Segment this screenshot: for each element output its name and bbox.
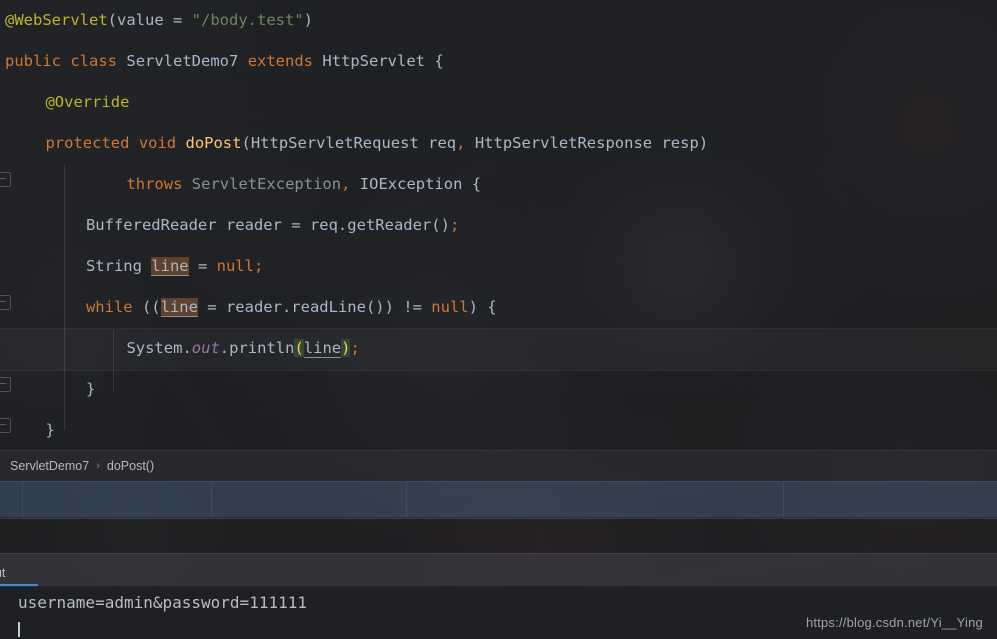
console-output-panel[interactable]: username=admin&password=111111 <box>0 586 997 639</box>
code-token: readLine <box>291 298 366 316</box>
code-token: ()) <box>365 298 394 316</box>
code-token: reader <box>216 216 292 234</box>
code-token: println <box>229 339 295 357</box>
code-token: { <box>462 175 482 193</box>
code-token: != <box>403 298 422 316</box>
code-token: ) <box>698 134 709 152</box>
code-line[interactable]: public class ServletDemo7 extends HttpSe… <box>0 41 997 82</box>
code-token: null <box>216 257 254 275</box>
breadcrumb-item-method[interactable]: doPost() <box>107 459 154 473</box>
code-line[interactable]: @WebServlet(value = "/body.test") <box>0 0 997 41</box>
code-editor[interactable]: @WebServlet(value = "/body.test") public … <box>0 0 997 450</box>
code-token: . <box>219 339 230 357</box>
code-token: class <box>70 52 118 70</box>
code-token: throws <box>126 175 183 193</box>
code-token: { <box>477 298 497 316</box>
code-token: . <box>182 339 192 357</box>
code-token: HttpServletResponse <box>474 134 653 152</box>
code-token: ( <box>294 339 304 357</box>
code-token: ServletException <box>191 175 342 193</box>
code-token: (( <box>132 298 161 316</box>
code-token: IOException <box>359 175 463 193</box>
code-token: System <box>126 339 183 357</box>
code-token: value <box>117 11 164 29</box>
code-token: out <box>191 339 220 357</box>
selected-row-band[interactable] <box>0 481 997 519</box>
code-token: @WebServlet <box>5 11 108 29</box>
code-token: public <box>5 52 61 70</box>
code-token: ) <box>303 11 313 29</box>
code-line[interactable]: protected void doPost(HttpServletRequest… <box>0 123 997 164</box>
code-token: line <box>160 298 198 317</box>
tab-output[interactable]: put <box>0 558 13 587</box>
console-output-line: username=admin&password=111111 <box>18 593 307 612</box>
code-token: ServletDemo7 <box>126 52 239 70</box>
code-line[interactable]: throws ServletException, IOException { <box>0 164 997 205</box>
code-token: } <box>45 421 55 439</box>
ide-window: @WebServlet(value = "/body.test") public … <box>0 0 997 639</box>
code-token: resp <box>652 134 699 152</box>
chevron-right-icon: › <box>96 460 100 472</box>
code-token: req <box>418 134 457 152</box>
code-token: doPost <box>185 134 242 152</box>
code-token: HttpServletRequest <box>250 134 419 152</box>
code-token: line <box>151 257 189 276</box>
code-token: } <box>85 380 96 398</box>
code-line[interactable]: @Override <box>0 82 997 123</box>
code-token: = reader. <box>197 298 292 316</box>
breadcrumb-item-class[interactable]: ServletDemo7 <box>10 459 89 473</box>
code-line[interactable]: System.out.println(line); <box>0 328 997 369</box>
code-token: ( <box>241 134 251 152</box>
code-line[interactable]: while ((line = reader.readLine()) != nul… <box>0 287 997 328</box>
code-token: BufferedReader <box>85 216 217 234</box>
code-token: = <box>163 11 192 29</box>
code-token: = <box>291 216 301 234</box>
code-line[interactable]: } <box>0 410 997 450</box>
panel-body-area <box>0 517 997 553</box>
tool-window-tabstrip[interactable]: put <box>0 553 997 587</box>
code-token: "/body.test" <box>191 11 304 29</box>
code-token: ) <box>468 298 478 316</box>
code-token: { <box>425 52 444 70</box>
code-token: HttpServlet <box>322 52 426 70</box>
code-token: ; <box>350 339 360 357</box>
code-token: extends <box>247 52 314 70</box>
code-token: ; <box>253 257 264 275</box>
code-token: ; <box>449 216 460 234</box>
code-token: req. <box>300 216 348 234</box>
code-token: while <box>85 298 133 316</box>
code-token: getReader <box>347 216 432 234</box>
code-token: () <box>431 216 450 234</box>
code-text[interactable]: @WebServlet(value = "/body.test") public … <box>0 0 997 450</box>
code-token: null <box>431 298 469 316</box>
breadcrumb[interactable]: ServletDemo7 › doPost() <box>0 450 997 481</box>
console-caret <box>18 622 20 637</box>
code-token: ( <box>107 11 117 29</box>
code-token: line <box>303 339 342 358</box>
code-line[interactable]: } <box>0 369 997 410</box>
code-token: void <box>138 134 177 152</box>
code-token: @Override <box>45 93 130 111</box>
code-token: = <box>188 257 217 275</box>
code-token: protected <box>45 134 130 152</box>
code-line[interactable]: String line = null; <box>0 246 997 287</box>
watermark-text: https://blog.csdn.net/Yi__Ying <box>805 615 983 630</box>
code-line[interactable]: BufferedReader reader = req.getReader(); <box>0 205 997 246</box>
code-token: String <box>85 257 142 275</box>
